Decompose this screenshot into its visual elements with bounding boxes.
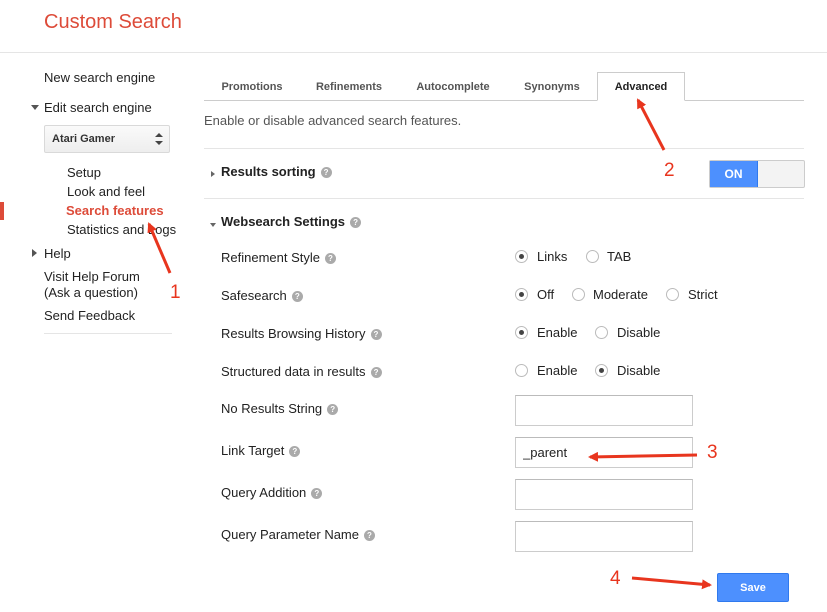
- expand-caret-icon[interactable]: [31, 105, 39, 110]
- query-param-input[interactable]: [515, 521, 693, 552]
- help-icon[interactable]: ?: [291, 291, 303, 302]
- edit-search-engine-link[interactable]: Edit search engine: [44, 100, 152, 115]
- no-results-input[interactable]: [515, 395, 693, 426]
- expand-caret-icon[interactable]: [211, 171, 215, 177]
- results-sorting-toggle[interactable]: ON: [709, 160, 805, 188]
- safesearch-off-label[interactable]: Off: [537, 287, 554, 302]
- safesearch-off-radio[interactable]: [515, 288, 528, 301]
- label-text: Query Addition: [221, 485, 307, 500]
- help-icon[interactable]: ?: [364, 530, 375, 541]
- help-link[interactable]: Help: [44, 246, 71, 261]
- callout-number: 4: [610, 568, 621, 589]
- app-title[interactable]: Custom Search: [44, 11, 182, 34]
- safesearch-moderate-radio[interactable]: [572, 288, 585, 301]
- engine-select[interactable]: Atari Gamer: [44, 125, 170, 153]
- callout-number: 1: [170, 282, 181, 303]
- history-disable-radio[interactable]: [595, 326, 608, 339]
- safesearch-label: Safesearch?: [221, 288, 303, 303]
- help-icon[interactable]: ?: [289, 446, 301, 457]
- tab-advanced[interactable]: Advanced: [597, 72, 685, 101]
- save-button[interactable]: Save: [717, 573, 789, 602]
- label-text: Link Target: [221, 443, 285, 458]
- tab-synonyms[interactable]: Synonyms: [508, 73, 596, 101]
- refinement-tab-radio[interactable]: [586, 250, 599, 263]
- new-search-engine-link[interactable]: New search engine: [44, 70, 155, 85]
- sidebar-item-statistics-and-logs[interactable]: Statistics and Logs: [67, 222, 176, 237]
- websearch-settings-label: Websearch Settings: [221, 214, 346, 229]
- websearch-settings-title[interactable]: Websearch Settings?: [221, 214, 362, 229]
- label-text: Safesearch: [221, 288, 287, 303]
- help-icon[interactable]: ?: [350, 217, 362, 228]
- history-disable-label[interactable]: Disable: [617, 325, 660, 340]
- results-sorting-title[interactable]: Results sorting?: [221, 164, 332, 179]
- safesearch-moderate-label[interactable]: Moderate: [593, 287, 648, 302]
- results-sorting-label: Results sorting: [221, 164, 316, 179]
- help-icon[interactable]: ?: [370, 367, 382, 378]
- sidebar: New search engine Edit search engine Ata…: [0, 53, 190, 612]
- refinement-tab-label[interactable]: TAB: [607, 249, 631, 264]
- help-icon[interactable]: ?: [311, 488, 323, 499]
- structured-disable-radio[interactable]: [595, 364, 608, 377]
- refinement-links-label[interactable]: Links: [537, 249, 567, 264]
- collapse-caret-icon[interactable]: [210, 223, 216, 227]
- divider: [204, 198, 804, 199]
- structured-disable-label[interactable]: Disable: [617, 363, 660, 378]
- browsing-history-label: Results Browsing History?: [221, 326, 382, 341]
- tab-refinements[interactable]: Refinements: [300, 73, 398, 101]
- structured-enable-radio[interactable]: [515, 364, 528, 377]
- help-icon[interactable]: ?: [320, 167, 332, 178]
- history-enable-radio[interactable]: [515, 326, 528, 339]
- history-enable-label[interactable]: Enable: [537, 325, 577, 340]
- header: Custom Search: [0, 0, 827, 53]
- label-text: Structured data in results: [221, 364, 366, 379]
- engine-select-value: Atari Gamer: [52, 133, 115, 145]
- query-param-label: Query Parameter Name?: [221, 527, 375, 542]
- tab-promotions[interactable]: Promotions: [204, 73, 300, 101]
- ask-question-link[interactable]: (Ask a question): [44, 285, 138, 300]
- sidebar-item-search-features[interactable]: Search features: [66, 203, 164, 218]
- label-text: Results Browsing History: [221, 326, 366, 341]
- sidebar-divider: [44, 333, 172, 334]
- select-arrows-icon: [155, 133, 163, 145]
- main-panel: Promotions Refinements Autocomplete Syno…: [204, 53, 827, 612]
- divider: [204, 148, 804, 149]
- callout-number: 2: [664, 160, 675, 181]
- link-target-input[interactable]: [515, 437, 693, 468]
- active-item-marker: [0, 202, 4, 220]
- toggle-on-state: ON: [710, 161, 758, 187]
- tab-bar: Promotions Refinements Autocomplete Syno…: [204, 72, 804, 101]
- query-addition-input[interactable]: [515, 479, 693, 510]
- tab-autocomplete[interactable]: Autocomplete: [398, 73, 508, 101]
- safesearch-strict-radio[interactable]: [666, 288, 679, 301]
- page-description: Enable or disable advanced search featur…: [204, 113, 462, 128]
- label-text: No Results String: [221, 401, 323, 416]
- label-text: Refinement Style: [221, 250, 320, 265]
- help-forum-link[interactable]: Visit Help Forum: [44, 269, 140, 284]
- query-addition-label: Query Addition?: [221, 485, 323, 500]
- send-feedback-link[interactable]: Send Feedback: [44, 308, 135, 323]
- safesearch-strict-label[interactable]: Strict: [688, 287, 718, 302]
- refinement-style-label: Refinement Style?: [221, 250, 336, 265]
- structured-enable-label[interactable]: Enable: [537, 363, 577, 378]
- sidebar-item-look-and-feel[interactable]: Look and feel: [67, 184, 145, 199]
- label-text: Query Parameter Name: [221, 527, 359, 542]
- help-icon[interactable]: ?: [327, 404, 339, 415]
- help-icon[interactable]: ?: [325, 253, 336, 264]
- collapse-caret-icon[interactable]: [32, 249, 37, 257]
- help-icon[interactable]: ?: [370, 329, 382, 340]
- link-target-label: Link Target?: [221, 443, 301, 458]
- refinement-links-radio[interactable]: [515, 250, 528, 263]
- callout-number: 3: [707, 442, 718, 463]
- structured-data-label: Structured data in results?: [221, 364, 382, 379]
- sidebar-item-setup[interactable]: Setup: [67, 165, 101, 180]
- no-results-label: No Results String?: [221, 401, 339, 416]
